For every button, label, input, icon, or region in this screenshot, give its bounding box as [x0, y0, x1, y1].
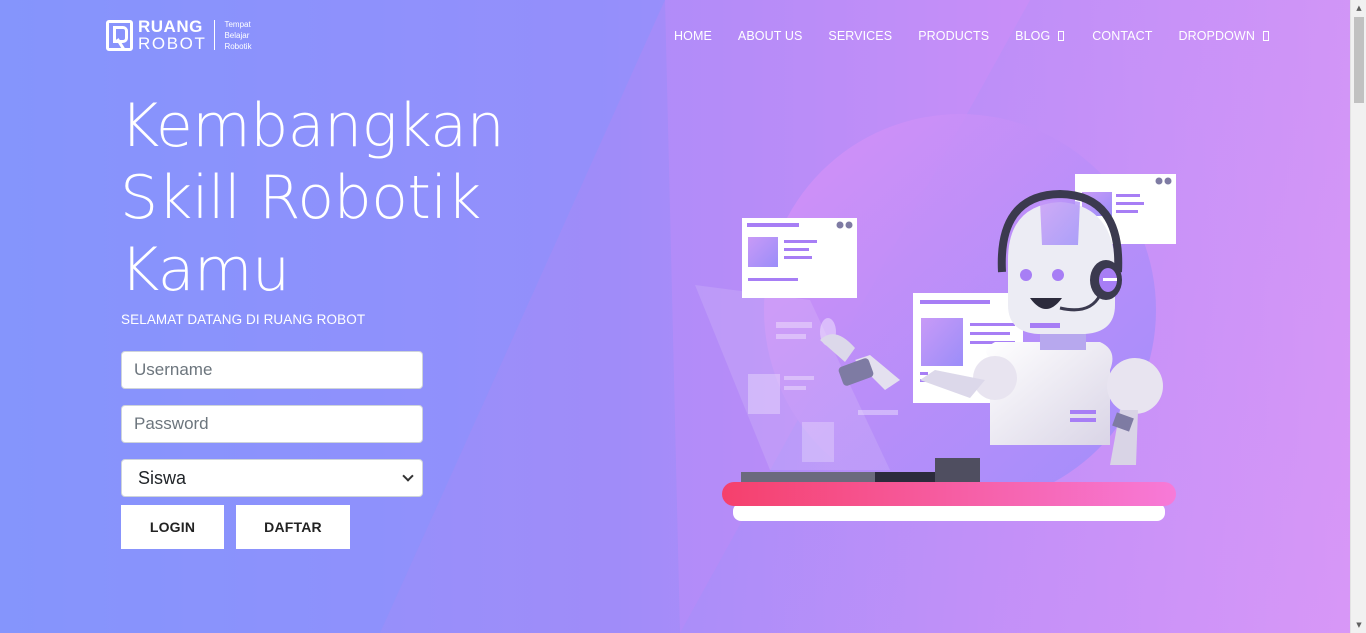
scroll-down-arrow-icon[interactable]: ▼: [1351, 618, 1366, 632]
robot-illustration: [695, 114, 1176, 521]
nav-home[interactable]: HOME: [674, 29, 712, 43]
nav-about-us[interactable]: ABOUT US: [738, 29, 802, 43]
logo-tagline-line: Tempat: [224, 19, 251, 29]
logo-mark-icon: [106, 19, 133, 51]
nav-contact[interactable]: CONTACT: [1092, 29, 1152, 43]
chevron-down-icon: [1262, 31, 1269, 41]
scroll-up-arrow-icon[interactable]: ▲: [1351, 1, 1366, 15]
username-input[interactable]: Username: [121, 351, 423, 389]
hero-title-line: Kembangkan: [120, 91, 505, 161]
logo-word-ruang: RUANG: [138, 17, 203, 36]
desk-top: [722, 482, 1176, 506]
password-input[interactable]: Password: [121, 405, 423, 443]
scrollbar-thumb[interactable]: [1354, 17, 1364, 103]
nav-blog-label: BLOG: [1015, 29, 1051, 43]
nav-dropdown[interactable]: DROPDOWN: [1178, 29, 1271, 43]
floating-window-left: [742, 218, 857, 298]
logo-divider: [214, 20, 216, 50]
logo[interactable]: RUANG ROBOT Tempat Belajar Robotik: [106, 18, 252, 52]
password-placeholder: Password: [134, 414, 209, 433]
hero-title: Kembangkan Skill Robotik Kamu: [120, 90, 640, 306]
nav-contact-label: CONTACT: [1092, 29, 1153, 43]
logo-wordmark: RUANG ROBOT: [138, 18, 206, 52]
username-placeholder: Username: [134, 360, 213, 379]
nav-dropdown-label: DROPDOWN: [1178, 29, 1255, 43]
nav-services[interactable]: SERVICES: [828, 29, 892, 43]
vertical-scrollbar[interactable]: ▲ ▼: [1350, 0, 1366, 633]
register-button[interactable]: DAFTAR: [236, 505, 350, 549]
nav-about-us-label: ABOUT US: [737, 29, 803, 43]
main-nav: HOME ABOUT US SERVICES PRODUCTS BLOG CON…: [674, 27, 1297, 45]
nav-products[interactable]: PRODUCTS: [918, 29, 989, 43]
logo-tagline-line: Belajar: [224, 30, 250, 40]
nav-services-label: SERVICES: [828, 29, 893, 43]
faint-panel: [748, 374, 780, 414]
nav-blog[interactable]: BLOG: [1015, 29, 1066, 43]
logo-tagline: Tempat Belajar Robotik: [224, 19, 251, 52]
login-button[interactable]: LOGIN: [121, 505, 224, 549]
role-select[interactable]: Siswa: [121, 459, 423, 497]
role-select-value: Siswa: [138, 467, 187, 488]
chevron-down-icon: [1058, 31, 1065, 41]
nav-products-label: PRODUCTS: [918, 29, 990, 43]
nav-home-label: HOME: [674, 29, 712, 43]
logo-tagline-line: Robotik: [224, 41, 252, 51]
hero-title-line: Kamu: [120, 235, 290, 305]
hero-title-line: Skill Robotik: [120, 163, 481, 233]
logo-word-robot: ROBOT: [138, 34, 207, 53]
chevron-down-icon: [402, 470, 414, 482]
hero-subtitle: SELAMAT DATANG DI RUANG ROBOT: [121, 312, 366, 327]
